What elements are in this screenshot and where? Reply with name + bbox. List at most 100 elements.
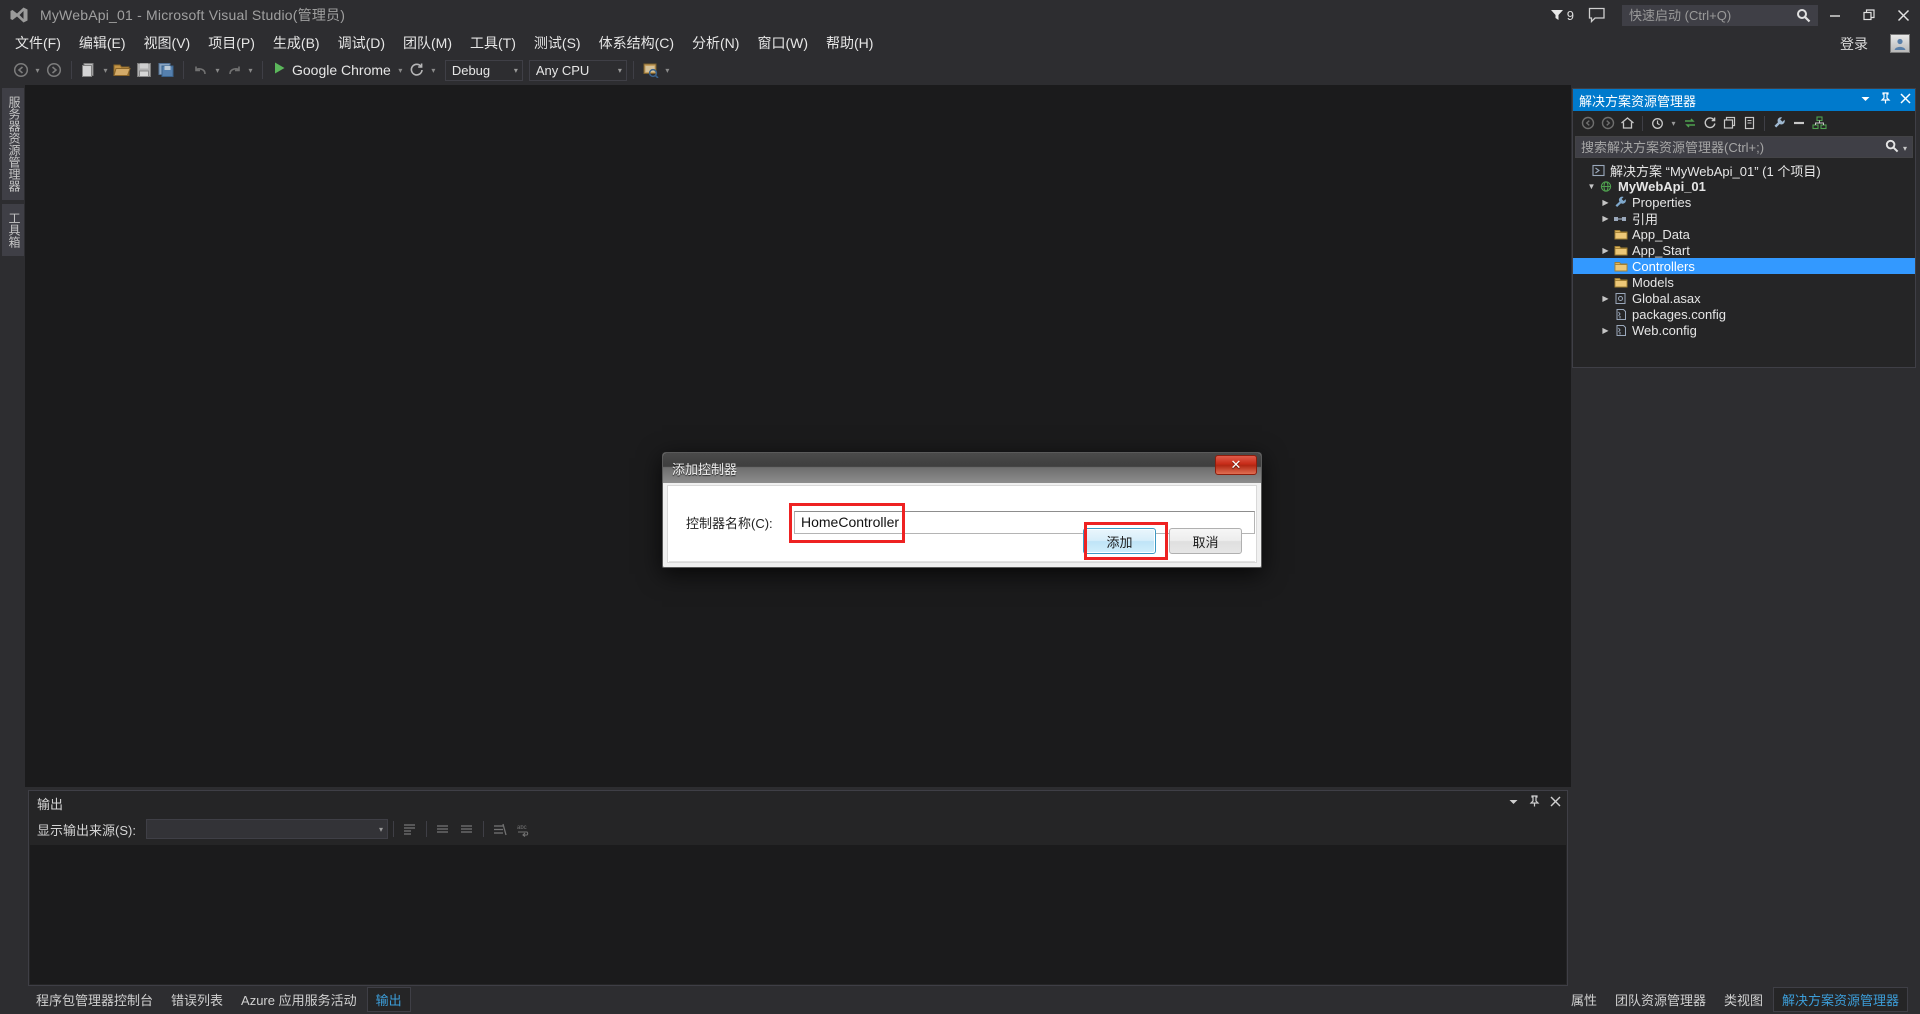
- tree-item-packages-config[interactable]: packages.config: [1573, 306, 1915, 322]
- tree-arrow[interactable]: ▶: [1599, 294, 1612, 303]
- bottom-tab-output[interactable]: 输出: [366, 986, 411, 1012]
- bottom-tab-properties[interactable]: 属性: [1563, 988, 1605, 1011]
- toggle-word-wrap-icon[interactable]: abc: [513, 818, 535, 840]
- menu-item-analyze[interactable]: 分析(N): [683, 30, 748, 56]
- sign-in-link[interactable]: 登录: [1840, 34, 1868, 54]
- start-debugging-button[interactable]: Google Chrome: [269, 61, 395, 80]
- tree-arrow[interactable]: ▶: [1599, 214, 1612, 223]
- new-item-icon[interactable]: [78, 59, 100, 81]
- show-all-files-icon[interactable]: [1740, 113, 1759, 133]
- attach-to-process-icon[interactable]: [640, 59, 662, 81]
- tree-item-app-data[interactable]: App_Data: [1573, 226, 1915, 242]
- bottom-tab-azure-app-service[interactable]: Azure 应用服务活动: [233, 988, 365, 1011]
- minimize-button[interactable]: [1818, 0, 1852, 30]
- menu-item-team[interactable]: 团队(M): [394, 30, 461, 56]
- bottom-tab-class-view[interactable]: 类视图: [1716, 988, 1771, 1011]
- tree-item-controllers[interactable]: Controllers: [1573, 258, 1915, 274]
- menu-item-help[interactable]: 帮助(H): [817, 30, 882, 56]
- menu-item-debug[interactable]: 调试(D): [329, 30, 394, 56]
- tree-item-solution[interactable]: 解决方案 “MyWebApi_01” (1 个项目): [1573, 162, 1915, 179]
- dialog-close-button[interactable]: ✕: [1215, 455, 1257, 475]
- menu-item-edit[interactable]: 编辑(E): [70, 30, 135, 56]
- search-icon[interactable]: [1885, 139, 1899, 158]
- solution-explorer-search-box[interactable]: ▾: [1575, 136, 1913, 158]
- go-to-next-message-icon[interactable]: [456, 818, 478, 840]
- back-icon[interactable]: [1578, 113, 1597, 133]
- tree-item-app-start[interactable]: ▶ App_Start: [1573, 242, 1915, 258]
- undo-caret-icon[interactable]: ▾: [212, 59, 223, 81]
- view-class-diagram-icon[interactable]: [1810, 113, 1829, 133]
- tree-item-project[interactable]: ▼ MyWebApi_01: [1573, 178, 1915, 194]
- new-item-caret-icon[interactable]: ▾: [100, 59, 111, 81]
- solution-explorer-search-input[interactable]: [1576, 139, 1871, 155]
- menu-item-file[interactable]: 文件(F): [6, 30, 70, 56]
- preview-selected-items-icon[interactable]: [1790, 113, 1809, 133]
- close-icon[interactable]: [1900, 91, 1911, 109]
- editor-document-area[interactable]: [24, 84, 1572, 788]
- save-all-icon[interactable]: [155, 59, 177, 81]
- collapse-all-icon[interactable]: [1720, 113, 1739, 133]
- tree-arrow[interactable]: ▶: [1599, 246, 1612, 255]
- refresh-icon[interactable]: [1700, 113, 1719, 133]
- tree-arrow[interactable]: ▼: [1585, 182, 1598, 191]
- menu-item-tools[interactable]: 工具(T): [461, 30, 525, 56]
- tree-arrow[interactable]: ▶: [1599, 326, 1612, 335]
- tree-item-properties[interactable]: ▶ Properties: [1573, 194, 1915, 210]
- tree-item-web-config[interactable]: ▶ Web.config: [1573, 322, 1915, 338]
- forward-icon[interactable]: [1598, 113, 1617, 133]
- tree-item-global-asax[interactable]: ▶ Global.asax: [1573, 290, 1915, 306]
- close-button[interactable]: [1886, 0, 1920, 30]
- find-message-icon[interactable]: [399, 818, 421, 840]
- menu-item-view[interactable]: 视图(V): [135, 30, 200, 56]
- navigate-back-icon[interactable]: [10, 59, 32, 81]
- pending-changes-caret-icon[interactable]: ▾: [1668, 112, 1679, 134]
- tree-item-models[interactable]: Models: [1573, 274, 1915, 290]
- cancel-button[interactable]: 取消: [1169, 528, 1242, 554]
- start-debug-caret-icon[interactable]: ▾: [395, 59, 406, 81]
- pin-icon[interactable]: [1529, 794, 1540, 812]
- toolbar-overflow-icon[interactable]: ▾: [662, 59, 673, 81]
- chevron-down-icon[interactable]: ▾: [1903, 144, 1907, 153]
- maximize-restore-button[interactable]: [1852, 0, 1886, 30]
- navigate-forward-icon[interactable]: [43, 59, 65, 81]
- refresh-caret-icon[interactable]: ▾: [428, 59, 439, 81]
- tree-item-references[interactable]: ▶ 引用: [1573, 210, 1915, 227]
- notifications-button[interactable]: 9: [1550, 8, 1574, 23]
- quick-launch-input[interactable]: [1623, 7, 1789, 23]
- clear-all-icon[interactable]: [489, 818, 511, 840]
- redo-icon[interactable]: [223, 59, 245, 81]
- account-icon[interactable]: [1890, 34, 1910, 53]
- save-icon[interactable]: [133, 59, 155, 81]
- refresh-icon[interactable]: [406, 59, 428, 81]
- open-file-icon[interactable]: [111, 59, 133, 81]
- pin-icon[interactable]: [1880, 91, 1891, 109]
- solution-platform-combo[interactable]: Any CPU ▾: [528, 59, 627, 81]
- menu-item-window[interactable]: 窗口(W): [748, 30, 817, 56]
- chevron-down-icon[interactable]: [1860, 91, 1871, 109]
- quick-launch-box[interactable]: [1622, 4, 1818, 26]
- go-to-previous-message-icon[interactable]: [432, 818, 454, 840]
- undo-icon[interactable]: [190, 59, 212, 81]
- bottom-tab-solution-explorer[interactable]: 解决方案资源管理器: [1772, 986, 1908, 1012]
- menu-item-project[interactable]: 项目(P): [199, 30, 264, 56]
- tree-arrow[interactable]: ▶: [1599, 198, 1612, 207]
- menu-item-architecture[interactable]: 体系结构(C): [590, 30, 683, 56]
- sync-with-active-document-icon[interactable]: [1680, 113, 1699, 133]
- bottom-tab-error-list[interactable]: 错误列表: [163, 988, 231, 1011]
- add-button[interactable]: 添加: [1083, 528, 1156, 554]
- bottom-tab-package-manager-console[interactable]: 程序包管理器控制台: [28, 988, 161, 1011]
- menu-item-build[interactable]: 生成(B): [264, 30, 329, 56]
- bottom-tab-team-explorer[interactable]: 团队资源管理器: [1607, 988, 1714, 1011]
- pending-changes-icon[interactable]: [1648, 113, 1667, 133]
- properties-icon[interactable]: [1770, 113, 1789, 133]
- output-source-combo[interactable]: ▾: [145, 819, 388, 839]
- close-icon[interactable]: [1550, 794, 1561, 812]
- navigate-back-caret-icon[interactable]: ▾: [32, 59, 43, 81]
- feedback-icon[interactable]: [1588, 7, 1606, 23]
- chevron-down-icon[interactable]: [1508, 794, 1519, 812]
- solution-configuration-combo[interactable]: Debug ▾: [444, 59, 523, 81]
- menu-item-test[interactable]: 测试(S): [525, 30, 590, 56]
- output-text-area[interactable]: [30, 845, 1566, 984]
- redo-caret-icon[interactable]: ▾: [245, 59, 256, 81]
- home-icon[interactable]: [1618, 113, 1637, 133]
